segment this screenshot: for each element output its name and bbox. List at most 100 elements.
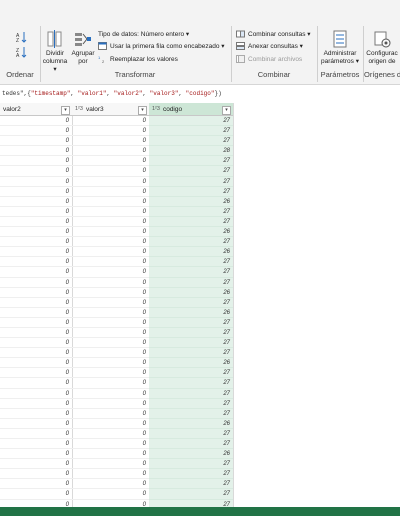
use-first-row-headers-button[interactable]: Usar la primera fila como encabezado ▾ (98, 42, 225, 50)
table-cell[interactable]: 27 (149, 237, 233, 248)
table-cell[interactable]: 0 (72, 227, 149, 238)
table-cell[interactable]: 0 (0, 328, 72, 339)
table-cell[interactable]: 0 (0, 156, 72, 167)
column-codigo[interactable]: 1²3 codigo ▾ 27 27 27 28 27 27 27 27 26 27 27 26 27 2… (149, 103, 234, 507)
table-cell[interactable]: 0 (0, 459, 72, 470)
table-cell[interactable]: 0 (72, 389, 149, 399)
table-cell[interactable]: 27 (149, 429, 233, 439)
table-cell[interactable]: 0 (72, 439, 149, 450)
table-cell[interactable]: 0 (0, 389, 72, 399)
table-cell[interactable]: 0 (0, 368, 72, 379)
table-cell[interactable]: 27 (149, 479, 233, 490)
table-cell[interactable]: 0 (0, 288, 72, 298)
table-cell[interactable]: 0 (72, 429, 149, 439)
table-cell[interactable]: 0 (0, 177, 72, 187)
table-cell[interactable]: 27 (149, 489, 233, 500)
table-cell[interactable]: 0 (72, 348, 149, 359)
filter-dropdown-icon[interactable]: ▾ (61, 106, 70, 115)
table-cell[interactable]: 0 (72, 419, 149, 429)
table-cell[interactable]: 0 (0, 116, 72, 127)
table-cell[interactable]: 0 (0, 358, 72, 369)
data-type-dropdown[interactable]: Tipo de datos: Número entero ▾ (98, 30, 189, 38)
table-cell[interactable]: 27 (149, 116, 233, 127)
table-cell[interactable]: 0 (0, 500, 72, 507)
table-cell[interactable]: 0 (72, 288, 149, 298)
merge-queries-button[interactable]: Combinar consultas ▾ (236, 30, 311, 38)
filter-dropdown-icon[interactable]: ▾ (222, 106, 231, 115)
table-cell[interactable]: 0 (72, 328, 149, 339)
table-cell[interactable]: 27 (149, 126, 233, 137)
table-cell[interactable]: 27 (149, 166, 233, 177)
table-cell[interactable]: 0 (0, 479, 72, 490)
table-cell[interactable]: 0 (72, 378, 149, 389)
table-cell[interactable]: 0 (72, 217, 149, 228)
table-cell[interactable]: 0 (0, 136, 72, 147)
sort-descending-button[interactable]: ZA (16, 45, 28, 59)
table-cell[interactable]: 27 (149, 298, 233, 308)
table-cell[interactable]: 0 (72, 338, 149, 349)
table-cell[interactable]: 27 (149, 399, 233, 409)
append-queries-button[interactable]: Anexar consultas ▾ (236, 42, 303, 50)
table-cell[interactable]: 0 (0, 278, 72, 288)
table-cell[interactable]: 0 (72, 156, 149, 167)
table-cell[interactable]: 0 (0, 197, 72, 207)
data-source-settings-button[interactable]: Configurac origen de (364, 30, 400, 66)
table-cell[interactable]: 0 (0, 207, 72, 217)
table-cell[interactable]: 27 (149, 177, 233, 187)
manage-parameters-button[interactable]: Administrar parámetros ▾ (318, 30, 362, 66)
table-cell[interactable]: 0 (0, 439, 72, 450)
table-cell[interactable]: 0 (72, 318, 149, 328)
table-cell[interactable]: 0 (0, 338, 72, 349)
type-icon[interactable]: 1²3 (152, 103, 160, 116)
table-cell[interactable]: 0 (72, 278, 149, 288)
table-cell[interactable]: 27 (149, 318, 233, 328)
table-cell[interactable]: 0 (0, 489, 72, 500)
table-cell[interactable]: 26 (149, 227, 233, 238)
combine-files-button[interactable]: Combinar archivos (236, 55, 302, 63)
column-header-valor2[interactable]: valor2 ▾ (0, 103, 72, 116)
table-cell[interactable]: 27 (149, 459, 233, 470)
table-cell[interactable]: 0 (0, 166, 72, 177)
table-cell[interactable]: 26 (149, 449, 233, 460)
table-cell[interactable]: 27 (149, 368, 233, 379)
formula-bar[interactable]: tedes",{"timestamp", "valor1", "valor2",… (0, 88, 400, 100)
table-cell[interactable]: 0 (0, 429, 72, 439)
table-cell[interactable]: 0 (72, 469, 149, 480)
table-cell[interactable]: 0 (72, 187, 149, 197)
table-cell[interactable]: 0 (72, 267, 149, 278)
table-cell[interactable]: 0 (72, 500, 149, 507)
column-valor2[interactable]: valor2 ▾ 0000000000000000000000000000000… (0, 103, 73, 507)
table-cell[interactable]: 27 (149, 409, 233, 419)
table-cell[interactable]: 0 (72, 449, 149, 460)
table-cell[interactable]: 0 (72, 308, 149, 318)
table-cell[interactable]: 27 (149, 389, 233, 399)
table-cell[interactable]: 28 (149, 146, 233, 157)
table-cell[interactable]: 26 (149, 419, 233, 429)
table-cell[interactable]: 0 (0, 217, 72, 228)
column-header-codigo[interactable]: 1²3 codigo ▾ (149, 103, 233, 116)
table-cell[interactable]: 0 (0, 348, 72, 359)
column-header-valor3[interactable]: 1²3 valor3 ▾ (72, 103, 149, 116)
table-cell[interactable]: 26 (149, 308, 233, 318)
table-cell[interactable]: 0 (72, 207, 149, 217)
table-cell[interactable]: 0 (0, 298, 72, 308)
split-column-button[interactable]: Dividir columna ▾ (42, 30, 68, 74)
table-cell[interactable]: 0 (0, 318, 72, 328)
table-cell[interactable]: 0 (72, 146, 149, 157)
table-cell[interactable]: 0 (72, 116, 149, 127)
table-cell[interactable]: 27 (149, 136, 233, 147)
table-cell[interactable]: 27 (149, 156, 233, 167)
table-cell[interactable]: 0 (0, 378, 72, 389)
table-cell[interactable]: 0 (72, 358, 149, 369)
table-cell[interactable]: 0 (0, 399, 72, 409)
table-cell[interactable]: 0 (72, 459, 149, 470)
table-cell[interactable]: 0 (72, 257, 149, 268)
filter-dropdown-icon[interactable]: ▾ (138, 106, 147, 115)
table-cell[interactable]: 0 (72, 368, 149, 379)
table-cell[interactable]: 0 (72, 298, 149, 308)
table-cell[interactable]: 0 (0, 247, 72, 258)
table-cell[interactable]: 0 (72, 237, 149, 248)
table-cell[interactable]: 27 (149, 217, 233, 228)
table-cell[interactable]: 0 (0, 469, 72, 480)
table-cell[interactable]: 0 (0, 227, 72, 238)
